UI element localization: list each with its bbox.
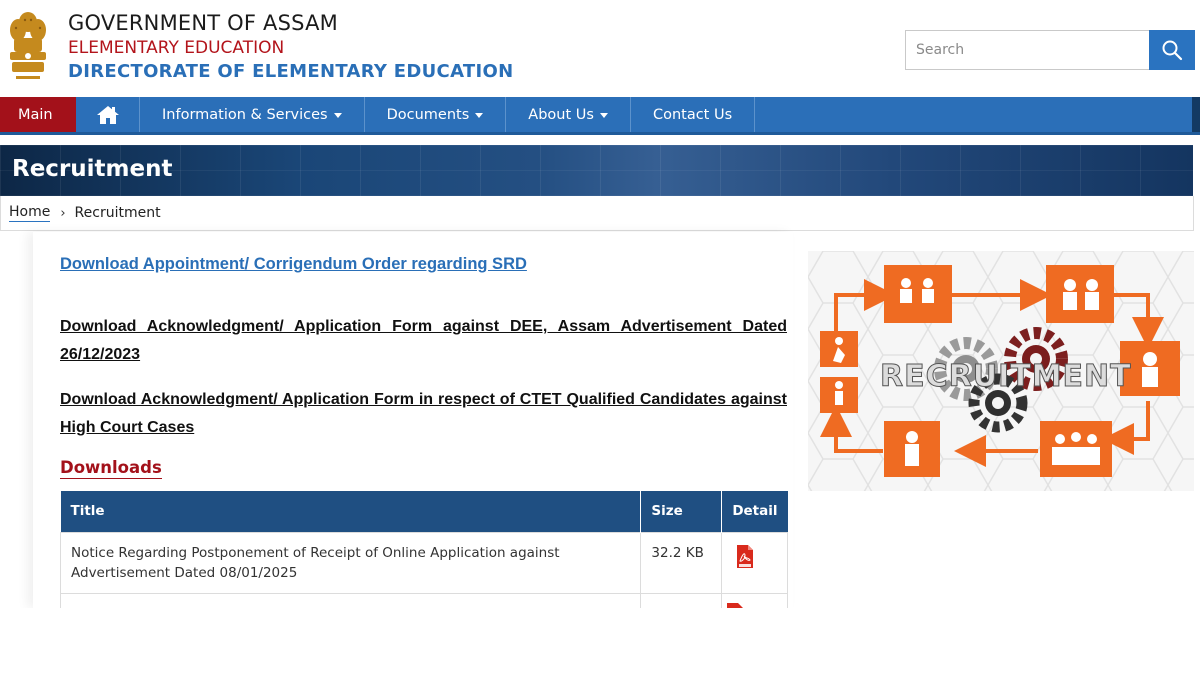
nav-information-services-label: Information & Services <box>162 106 328 123</box>
chevron-right-icon: › <box>60 205 66 221</box>
pdf-icon[interactable] <box>735 544 755 569</box>
government-title: GOVERNMENT OF ASSAM <box>68 11 338 35</box>
row-size: 32.2 KB <box>640 531 723 594</box>
search-button[interactable] <box>1149 30 1195 70</box>
national-emblem-icon <box>10 12 46 79</box>
page-title: Recruitment <box>12 156 173 182</box>
nav-about-us-label: About Us <box>528 106 594 123</box>
search-input[interactable] <box>906 31 1149 69</box>
directorate-title[interactable]: DIRECTORATE OF ELEMENTARY EDUCATION <box>68 60 513 84</box>
site-titles: GOVERNMENT OF ASSAM ELEMENTARY EDUCATION… <box>68 10 513 84</box>
department-title: ELEMENTARY EDUCATION <box>68 38 285 58</box>
breadcrumb-current: Recruitment <box>74 205 161 221</box>
recruitment-illustration: RECRUITMENT <box>808 251 1194 491</box>
nav-documents-label: Documents <box>386 106 470 123</box>
table-row: Notice Regarding Postponement of Receipt… <box>59 531 788 594</box>
banner-pattern <box>0 145 1193 196</box>
dee-acknowledgment-link[interactable]: Download Acknowledgment/ Application For… <box>60 313 787 369</box>
main-nav: Main Information & Services Documents Ab… <box>0 97 1200 135</box>
row-title: Notice Regarding Postponement of Receipt… <box>59 531 642 594</box>
srd-order-link[interactable]: Download Appointment/ Corrigendum Order … <box>60 255 527 274</box>
illustration-overlay-text: RECRUITMENT <box>880 359 1132 394</box>
search-box <box>905 30 1195 70</box>
row-detail <box>721 531 788 594</box>
nav-contact-us[interactable]: Contact Us <box>631 97 756 132</box>
table-header-row: Title Size Detail <box>60 491 788 532</box>
caret-down-icon <box>333 113 342 118</box>
site-header: GOVERNMENT OF ASSAM ELEMENTARY EDUCATION… <box>0 0 1200 97</box>
nav-edge <box>1192 97 1200 132</box>
page-bottom-blank <box>0 608 1200 675</box>
breadcrumb-home[interactable]: Home <box>9 204 51 222</box>
ctet-acknowledgment-link[interactable]: Download Acknowledgment/ Application For… <box>60 386 787 442</box>
caret-down-icon <box>599 113 608 118</box>
caret-down-icon <box>475 113 484 118</box>
breadcrumb: Home › Recruitment <box>0 196 1194 231</box>
column-detail: Detail <box>721 491 788 532</box>
column-size: Size <box>640 491 723 532</box>
nav-about-us[interactable]: About Us <box>506 97 631 132</box>
home-icon <box>96 105 119 124</box>
page-banner: Recruitment <box>0 145 1193 196</box>
nav-information-services[interactable]: Information & Services <box>140 97 365 132</box>
nav-main[interactable]: Main <box>0 97 76 132</box>
nav-home[interactable] <box>76 97 140 132</box>
nav-contact-us-label: Contact Us <box>652 106 733 123</box>
downloads-heading: Downloads <box>60 458 162 479</box>
search-icon <box>1162 40 1183 61</box>
column-title: Title <box>60 491 642 532</box>
nav-documents[interactable]: Documents <box>365 97 507 132</box>
